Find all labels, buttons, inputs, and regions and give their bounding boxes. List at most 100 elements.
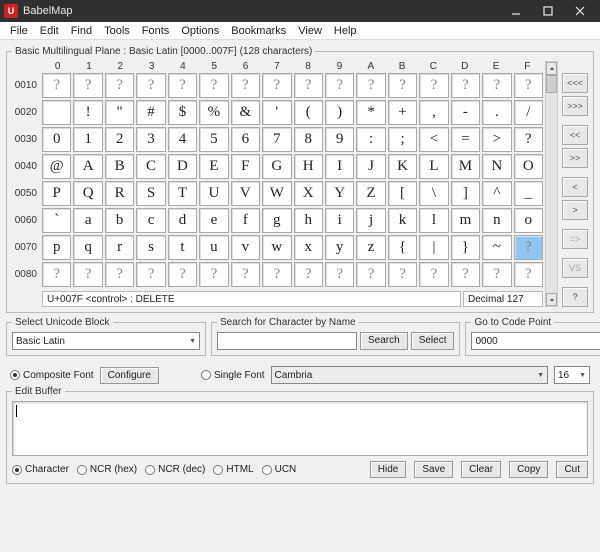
char-cell[interactable]: ?	[105, 73, 134, 98]
char-cell[interactable]: (	[294, 100, 323, 125]
char-cell[interactable]: a	[73, 208, 102, 233]
char-cell[interactable]: ?	[451, 73, 480, 98]
configure-button[interactable]: Configure	[100, 367, 159, 384]
char-cell[interactable]: &	[231, 100, 260, 125]
minimize-button[interactable]	[500, 0, 532, 22]
nav-prev-button[interactable]: <	[562, 177, 588, 197]
char-cell[interactable]: ?	[294, 262, 323, 287]
goto-input[interactable]	[471, 332, 600, 350]
char-cell[interactable]: ,	[419, 100, 448, 125]
char-cell[interactable]: ?	[199, 73, 228, 98]
char-cell[interactable]: L	[419, 154, 448, 179]
char-cell[interactable]: h	[294, 208, 323, 233]
char-cell[interactable]: ?	[136, 73, 165, 98]
char-cell[interactable]: v	[231, 235, 260, 260]
char-cell[interactable]: F	[231, 154, 260, 179]
char-cell[interactable]: ?	[42, 73, 71, 98]
char-cell[interactable]: z	[356, 235, 385, 260]
char-cell[interactable]: ?	[514, 73, 543, 98]
char-cell[interactable]: g	[262, 208, 291, 233]
char-cell[interactable]: =	[451, 127, 480, 152]
close-button[interactable]	[564, 0, 596, 22]
scroll-thumb[interactable]	[546, 75, 557, 93]
char-cell[interactable]: s	[136, 235, 165, 260]
char-cell[interactable]: ?	[105, 262, 134, 287]
format-ncr-hex-radio[interactable]: NCR (hex)	[77, 464, 137, 475]
char-cell[interactable]: |	[419, 235, 448, 260]
char-cell[interactable]: 0	[42, 127, 71, 152]
char-cell[interactable]: G	[262, 154, 291, 179]
char-cell[interactable]: 8	[294, 127, 323, 152]
char-cell[interactable]: r	[105, 235, 134, 260]
char-cell[interactable]: 7	[262, 127, 291, 152]
nav-next-block-button[interactable]: >>	[562, 148, 588, 168]
char-cell[interactable]: <	[419, 127, 448, 152]
char-cell[interactable]: ?	[419, 262, 448, 287]
char-cell[interactable]: Z	[356, 181, 385, 206]
maximize-button[interactable]	[532, 0, 564, 22]
char-cell[interactable]: j	[356, 208, 385, 233]
char-cell[interactable]: C	[136, 154, 165, 179]
char-cell[interactable]: '	[262, 100, 291, 125]
char-cell[interactable]: ?	[262, 262, 291, 287]
font-name-combo[interactable]: Cambria▼	[271, 366, 548, 384]
char-cell[interactable]: ?	[514, 235, 543, 260]
char-cell[interactable]: S	[136, 181, 165, 206]
char-cell[interactable]: 3	[136, 127, 165, 152]
char-cell[interactable]: ~	[482, 235, 511, 260]
char-cell[interactable]: ?	[199, 262, 228, 287]
char-cell[interactable]: I	[325, 154, 354, 179]
char-cell[interactable]: {	[388, 235, 417, 260]
char-cell[interactable]: P	[42, 181, 71, 206]
char-cell[interactable]: E	[199, 154, 228, 179]
char-cell[interactable]: ?	[168, 73, 197, 98]
char-cell[interactable]: W	[262, 181, 291, 206]
hide-button[interactable]: Hide	[370, 461, 407, 478]
char-cell[interactable]: e	[199, 208, 228, 233]
char-cell[interactable]: R	[105, 181, 134, 206]
char-cell[interactable]: o	[514, 208, 543, 233]
char-cell[interactable]: X	[294, 181, 323, 206]
char-cell[interactable]: J	[356, 154, 385, 179]
char-cell[interactable]: Y	[325, 181, 354, 206]
search-input[interactable]	[217, 332, 357, 350]
char-cell[interactable]: c	[136, 208, 165, 233]
format-ncr-dec-radio[interactable]: NCR (dec)	[145, 464, 205, 475]
nav-next-button[interactable]: >	[562, 200, 588, 220]
char-cell[interactable]: 6	[231, 127, 260, 152]
char-cell[interactable]: t	[168, 235, 197, 260]
char-cell[interactable]: ?	[482, 262, 511, 287]
char-cell[interactable]: _	[514, 181, 543, 206]
menu-edit[interactable]: Edit	[34, 25, 65, 37]
font-size-combo[interactable]: 16▼	[554, 366, 590, 384]
char-cell[interactable]: 5	[199, 127, 228, 152]
menu-tools[interactable]: Tools	[98, 25, 136, 37]
clear-button[interactable]: Clear	[461, 461, 501, 478]
char-cell[interactable]: n	[482, 208, 511, 233]
nav-insert-button[interactable]: =>	[562, 229, 588, 249]
grid-scrollbar[interactable]	[545, 61, 558, 307]
menu-view[interactable]: View	[292, 25, 328, 37]
char-cell[interactable]: %	[199, 100, 228, 125]
char-cell[interactable]: #	[136, 100, 165, 125]
char-cell[interactable]: b	[105, 208, 134, 233]
char-cell[interactable]: ?	[168, 262, 197, 287]
cut-button[interactable]: Cut	[556, 461, 588, 478]
char-cell[interactable]: V	[231, 181, 260, 206]
select-button[interactable]: Select	[411, 332, 455, 350]
char-cell[interactable]	[42, 100, 71, 125]
char-cell[interactable]: :	[356, 127, 385, 152]
char-cell[interactable]: i	[325, 208, 354, 233]
composite-font-radio[interactable]: Composite Font	[10, 370, 94, 381]
char-cell[interactable]: B	[105, 154, 134, 179]
char-cell[interactable]: ?	[73, 73, 102, 98]
scroll-down-icon[interactable]	[546, 293, 557, 306]
char-cell[interactable]: k	[388, 208, 417, 233]
char-cell[interactable]: ?	[482, 73, 511, 98]
char-cell[interactable]: A	[73, 154, 102, 179]
char-cell[interactable]: -	[451, 100, 480, 125]
char-cell[interactable]: \	[419, 181, 448, 206]
char-cell[interactable]: ?	[419, 73, 448, 98]
single-font-radio[interactable]: Single Font	[201, 370, 265, 381]
char-cell[interactable]: `	[42, 208, 71, 233]
